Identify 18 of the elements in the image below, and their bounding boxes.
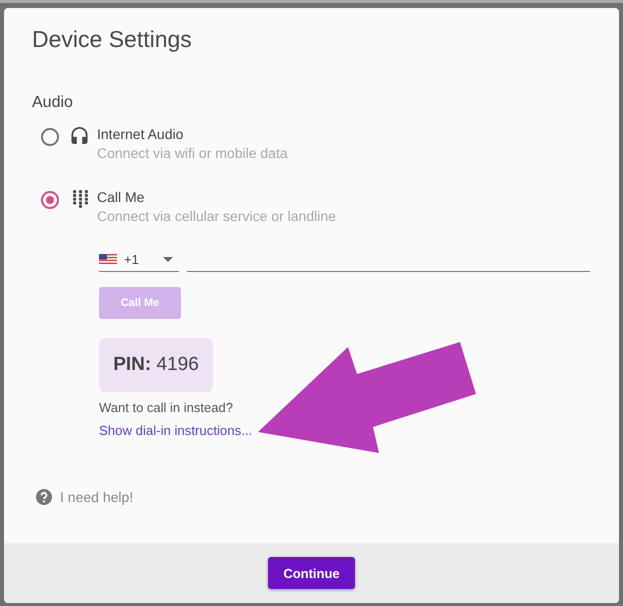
dial-in-link[interactable]: Show dial-in instructions...: [99, 423, 252, 439]
option-description: Connect via wifi or mobile data: [97, 144, 288, 162]
help-icon: [36, 489, 52, 505]
flag-icon: [99, 254, 117, 264]
dialog-title: Device Settings: [32, 26, 192, 52]
headphones-icon: [71, 127, 88, 144]
pin-card: PIN: 4196: [99, 338, 213, 392]
option-label[interactable]: Call Me: [97, 189, 144, 205]
continue-button[interactable]: Continue: [268, 557, 355, 589]
option-description: Connect via cellular service or landline: [97, 207, 336, 225]
call-in-prompt: Want to call in instead?: [99, 400, 233, 416]
keypad-icon: [73, 190, 88, 208]
section-heading: Audio: [32, 95, 73, 111]
radio-button[interactable]: [41, 191, 59, 209]
radio-button[interactable]: [41, 128, 59, 146]
country-code-select[interactable]: +1: [99, 249, 179, 272]
option-label[interactable]: Internet Audio: [97, 126, 184, 142]
caret-icon: [163, 256, 173, 262]
